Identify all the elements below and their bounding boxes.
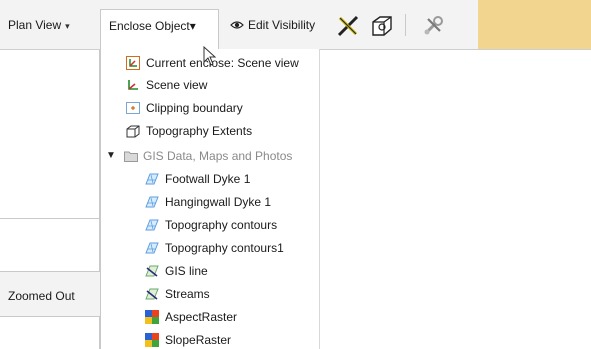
- folder-icon: [124, 151, 138, 162]
- toolbar-separator: [405, 14, 406, 36]
- surface-icon: [145, 173, 159, 185]
- measure-tools-icon[interactable]: [335, 13, 361, 39]
- edit-visibility-label: Edit Visibility: [248, 18, 316, 32]
- zoomed-out-tab[interactable]: Zoomed Out: [0, 271, 100, 317]
- raster-icon: [145, 333, 159, 347]
- expand-triangle-icon[interactable]: ▼: [106, 146, 116, 166]
- enclose-object-menu: Current enclose: Scene view Scene view C…: [100, 49, 320, 349]
- menu-group-gis-data[interactable]: ▼ GIS Data, Maps and Photos: [104, 146, 314, 166]
- toolbar-highlight: [478, 0, 591, 49]
- chevron-down-icon: ▾: [65, 21, 70, 31]
- gis-line-icon: [145, 265, 159, 277]
- clip-box-icon: [126, 102, 140, 114]
- enclose-icon: [126, 56, 140, 70]
- chevron-down-icon: ▾: [189, 19, 196, 33]
- gis-line-icon: [145, 288, 159, 300]
- topo-extents-icon: [126, 125, 140, 138]
- eye-icon: [230, 21, 244, 29]
- axes-icon: [128, 80, 138, 90]
- clip-box-icon[interactable]: [369, 13, 395, 39]
- raster-icon: [145, 310, 159, 324]
- surface-icon: [145, 242, 159, 254]
- toolbar: Plan View ▾ Enclose Object▾ Edit Visibili…: [0, 0, 591, 50]
- surface-icon: [145, 219, 159, 231]
- surface-icon: [145, 196, 159, 208]
- panel-divider: [0, 218, 100, 219]
- enclose-object-label: Enclose Object: [109, 19, 190, 33]
- plan-view-dropdown[interactable]: Plan View ▾: [8, 16, 70, 34]
- settings-tools-icon[interactable]: [420, 13, 446, 39]
- zoomed-out-label: Zoomed Out: [8, 289, 75, 303]
- mouse-cursor-icon: [203, 46, 217, 66]
- edit-visibility-button[interactable]: Edit Visibility: [230, 16, 315, 34]
- enclose-object-dropdown[interactable]: Enclose Object▾: [100, 9, 219, 50]
- plan-view-label: Plan View: [8, 18, 62, 32]
- left-panel: Zoomed Out: [0, 50, 100, 349]
